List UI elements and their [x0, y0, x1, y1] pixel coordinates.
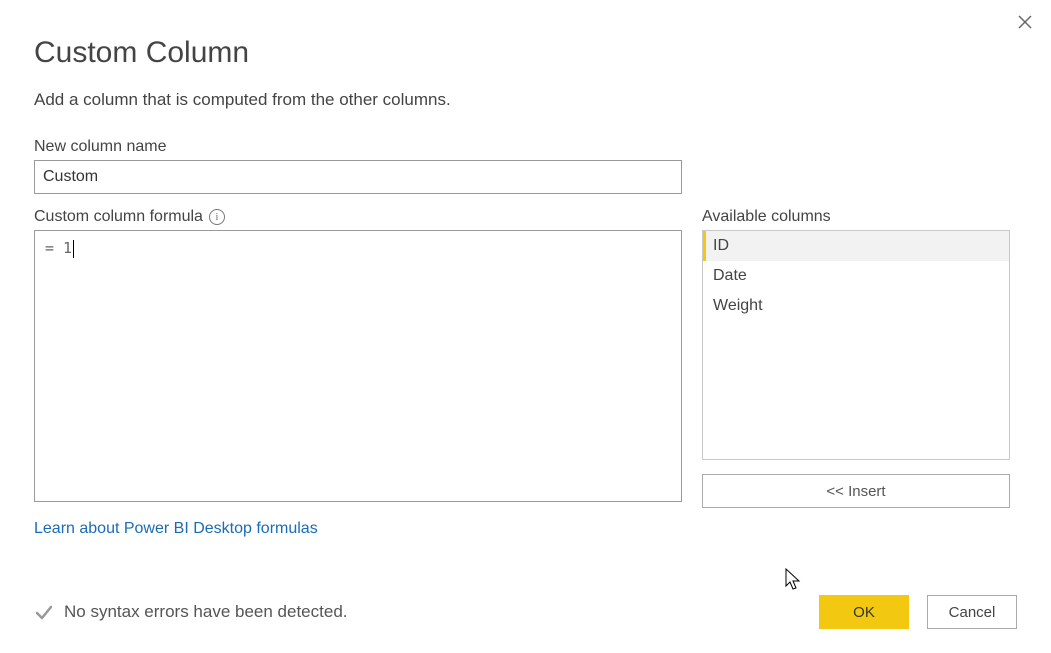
- info-icon[interactable]: i: [209, 209, 225, 225]
- available-column-item[interactable]: ID: [703, 231, 1009, 261]
- new-column-name-label: New column name: [34, 138, 1017, 156]
- check-icon: [34, 602, 54, 622]
- new-column-name-input[interactable]: [34, 160, 682, 194]
- formula-input[interactable]: = 1: [34, 230, 682, 502]
- formula-text: = 1: [45, 239, 72, 257]
- mouse-cursor-icon: [785, 568, 803, 597]
- available-column-item[interactable]: Date: [703, 261, 1009, 291]
- text-caret: [73, 240, 74, 258]
- available-column-item[interactable]: Weight: [703, 291, 1009, 321]
- close-button[interactable]: [1013, 10, 1037, 34]
- cancel-button[interactable]: Cancel: [927, 595, 1017, 629]
- dialog-subtitle: Add a column that is computed from the o…: [34, 90, 1017, 110]
- formula-label: Custom column formula: [34, 208, 203, 226]
- available-columns-label: Available columns: [702, 208, 1010, 226]
- custom-column-dialog: Custom Column Add a column that is compu…: [0, 0, 1051, 653]
- dialog-title: Custom Column: [34, 36, 1017, 70]
- close-icon: [1017, 14, 1033, 30]
- available-columns-list: ID Date Weight: [702, 230, 1010, 460]
- insert-button[interactable]: << Insert: [702, 474, 1010, 508]
- status-text: No syntax errors have been detected.: [64, 602, 348, 622]
- status-row: No syntax errors have been detected.: [34, 602, 348, 622]
- ok-button[interactable]: OK: [819, 595, 909, 629]
- learn-link[interactable]: Learn about Power BI Desktop formulas: [34, 520, 318, 538]
